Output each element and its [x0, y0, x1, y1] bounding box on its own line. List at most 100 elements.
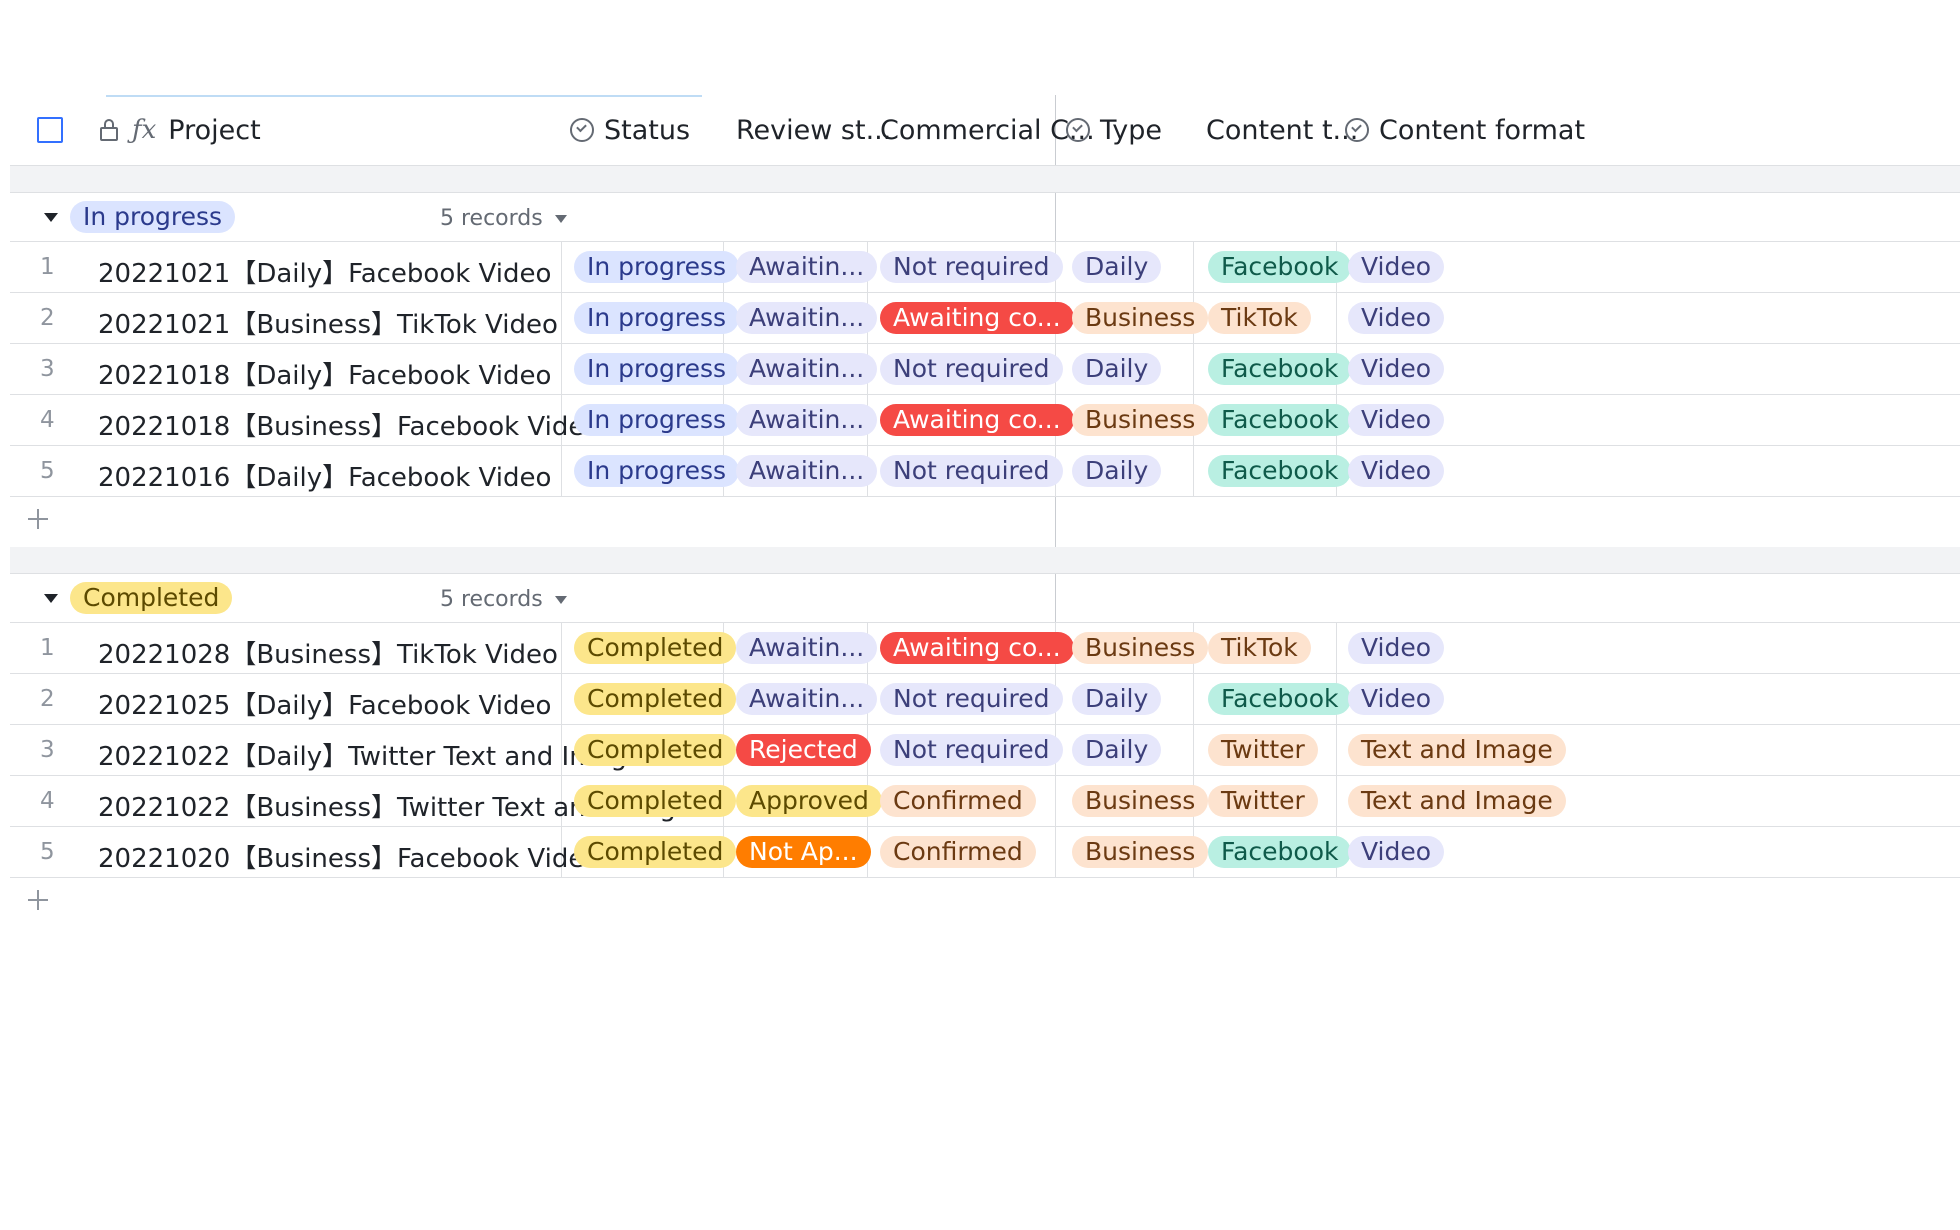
- content-type-tag[interactable]: TikTok: [1208, 632, 1311, 664]
- commercial-confirm-cell[interactable]: Awaiting co...: [880, 632, 1074, 664]
- type-cell[interactable]: Daily: [1072, 683, 1162, 715]
- header-type[interactable]: Type: [1066, 95, 1162, 165]
- type-tag[interactable]: Daily: [1072, 353, 1162, 385]
- collapse-caret-icon[interactable]: [44, 594, 58, 603]
- content-type-tag[interactable]: Twitter: [1208, 734, 1318, 766]
- review-status-cell[interactable]: Awaitin...: [736, 404, 878, 436]
- header-project[interactable]: ƒx Project: [100, 95, 261, 165]
- review-status-tag[interactable]: Awaitin...: [736, 302, 878, 334]
- table-row[interactable]: 3 20221018【Daily】Facebook Video In progres…: [10, 344, 1960, 395]
- status-tag[interactable]: In progress: [574, 353, 740, 385]
- table-row[interactable]: 1 20221021【Daily】Facebook Video In progres…: [10, 242, 1960, 293]
- type-cell[interactable]: Daily: [1072, 251, 1162, 283]
- commercial-confirm-tag[interactable]: Not required: [880, 683, 1063, 715]
- records-count[interactable]: 5 records: [440, 587, 567, 612]
- review-status-cell[interactable]: Awaitin...: [736, 683, 878, 715]
- type-cell[interactable]: Business: [1072, 632, 1209, 664]
- status-cell[interactable]: Completed: [574, 836, 737, 868]
- header-review[interactable]: Review st...: [736, 95, 891, 165]
- status-cell[interactable]: In progress: [574, 353, 740, 385]
- project-cell[interactable]: 20221018【Business】Facebook Video: [98, 406, 600, 443]
- content-format-cell[interactable]: Video: [1348, 836, 1445, 868]
- review-status-cell[interactable]: Awaitin...: [736, 455, 878, 487]
- content-format-cell[interactable]: Text and Image: [1348, 785, 1566, 817]
- status-cell[interactable]: Completed: [574, 734, 737, 766]
- review-status-tag[interactable]: Awaitin...: [736, 632, 878, 664]
- header-content-format[interactable]: Content format: [1345, 95, 1585, 165]
- status-cell[interactable]: Completed: [574, 632, 737, 664]
- table-row[interactable]: 5 20221016【Daily】Facebook Video In progres…: [10, 446, 1960, 497]
- project-cell[interactable]: 20221028【Business】TikTok Video: [98, 634, 558, 671]
- review-status-tag[interactable]: Awaitin...: [736, 683, 878, 715]
- type-tag[interactable]: Business: [1072, 836, 1209, 868]
- status-cell[interactable]: In progress: [574, 455, 740, 487]
- content-type-tag[interactable]: Twitter: [1208, 785, 1318, 817]
- status-cell[interactable]: In progress: [574, 302, 740, 334]
- review-status-cell[interactable]: Not Ap...: [736, 836, 871, 868]
- type-tag[interactable]: Business: [1072, 632, 1209, 664]
- review-status-tag[interactable]: Awaitin...: [736, 251, 878, 283]
- project-cell[interactable]: 20221018【Daily】Facebook Video: [98, 355, 551, 392]
- content-format-cell[interactable]: Text and Image: [1348, 734, 1566, 766]
- records-count[interactable]: 5 records: [440, 206, 567, 231]
- review-status-cell[interactable]: Awaitin...: [736, 251, 878, 283]
- group-header[interactable]: Completed 5 records: [10, 574, 1960, 623]
- table-row[interactable]: 4 20221022【Business】Twitter Text and Imag…: [10, 776, 1960, 827]
- type-tag[interactable]: Business: [1072, 302, 1209, 334]
- content-type-tag[interactable]: Facebook: [1208, 455, 1352, 487]
- project-cell[interactable]: 20221021【Business】TikTok Video: [98, 304, 558, 341]
- type-cell[interactable]: Daily: [1072, 455, 1162, 487]
- content-type-cell[interactable]: Twitter: [1208, 785, 1318, 817]
- project-cell[interactable]: 20221025【Daily】Facebook Video: [98, 685, 551, 722]
- content-format-tag[interactable]: Video: [1348, 836, 1445, 868]
- project-cell[interactable]: 20221020【Business】Facebook Video: [98, 838, 600, 875]
- review-status-tag[interactable]: Approved: [736, 785, 882, 817]
- commercial-confirm-cell[interactable]: Not required: [880, 455, 1063, 487]
- commercial-confirm-cell[interactable]: Awaiting co...: [880, 404, 1074, 436]
- commercial-confirm-cell[interactable]: Not required: [880, 353, 1063, 385]
- header-commercial[interactable]: Commercial C...: [880, 95, 1095, 165]
- status-tag[interactable]: Completed: [574, 836, 737, 868]
- type-cell[interactable]: Business: [1072, 836, 1209, 868]
- type-cell[interactable]: Daily: [1072, 734, 1162, 766]
- review-status-tag[interactable]: Rejected: [736, 734, 871, 766]
- plus-icon[interactable]: [28, 509, 48, 529]
- status-cell[interactable]: In progress: [574, 251, 740, 283]
- type-cell[interactable]: Daily: [1072, 353, 1162, 385]
- content-type-cell[interactable]: Facebook: [1208, 836, 1352, 868]
- project-cell[interactable]: 20221022【Daily】Twitter Text and Image: [98, 736, 643, 773]
- table-row[interactable]: 5 20221020【Business】Facebook Video Complet…: [10, 827, 1960, 878]
- review-status-cell[interactable]: Approved: [736, 785, 882, 817]
- type-tag[interactable]: Business: [1072, 404, 1209, 436]
- status-tag[interactable]: Completed: [574, 734, 737, 766]
- commercial-confirm-cell[interactable]: Not required: [880, 683, 1063, 715]
- content-type-cell[interactable]: Twitter: [1208, 734, 1318, 766]
- table-row[interactable]: 4 20221018【Business】Facebook Video In prog…: [10, 395, 1960, 446]
- review-status-tag[interactable]: Awaitin...: [736, 404, 878, 436]
- status-tag[interactable]: Completed: [574, 785, 737, 817]
- commercial-confirm-tag[interactable]: Not required: [880, 455, 1063, 487]
- type-tag[interactable]: Business: [1072, 785, 1209, 817]
- collapse-caret-icon[interactable]: [44, 213, 58, 222]
- review-status-tag[interactable]: Awaitin...: [736, 455, 878, 487]
- review-status-tag[interactable]: Not Ap...: [736, 836, 871, 868]
- review-status-tag[interactable]: Awaitin...: [736, 353, 878, 385]
- add-record-row[interactable]: [10, 878, 1960, 928]
- content-type-cell[interactable]: Facebook: [1208, 683, 1352, 715]
- table-row[interactable]: 1 20221028【Business】TikTok Video Completed…: [10, 623, 1960, 674]
- commercial-confirm-cell[interactable]: Confirmed: [880, 836, 1036, 868]
- type-tag[interactable]: Daily: [1072, 734, 1162, 766]
- content-type-cell[interactable]: Facebook: [1208, 404, 1352, 436]
- status-tag[interactable]: In progress: [574, 251, 740, 283]
- type-tag[interactable]: Daily: [1072, 683, 1162, 715]
- status-cell[interactable]: Completed: [574, 785, 737, 817]
- review-status-cell[interactable]: Rejected: [736, 734, 871, 766]
- content-type-tag[interactable]: TikTok: [1208, 302, 1311, 334]
- content-type-tag[interactable]: Facebook: [1208, 353, 1352, 385]
- header-status[interactable]: Status: [570, 95, 690, 165]
- type-tag[interactable]: Daily: [1072, 455, 1162, 487]
- commercial-confirm-tag[interactable]: Not required: [880, 251, 1063, 283]
- content-type-cell[interactable]: Facebook: [1208, 353, 1352, 385]
- status-tag[interactable]: In progress: [574, 404, 740, 436]
- status-tag[interactable]: Completed: [574, 683, 737, 715]
